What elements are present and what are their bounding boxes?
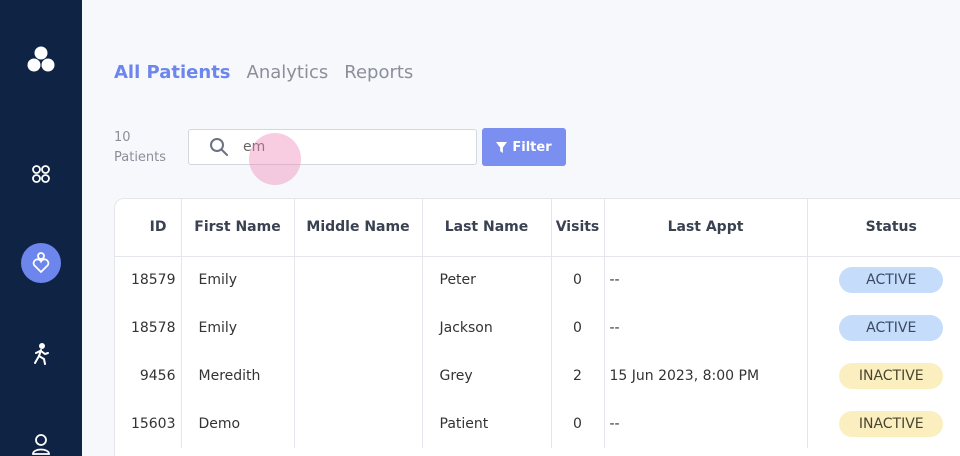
cell-status: ACTIVE (807, 304, 960, 352)
status-badge: INACTIVE (839, 411, 944, 437)
header-last-name[interactable]: Last Name (422, 199, 552, 257)
cell-middle-name (294, 400, 423, 448)
cell-middle-name (294, 352, 423, 400)
cell-last-name: Grey (422, 352, 552, 400)
filter-button-label: Filter (512, 139, 552, 155)
cell-middle-name (294, 304, 423, 352)
funnel-icon (496, 141, 508, 153)
cell-id: 18579 (115, 256, 182, 304)
dashboard-icon[interactable] (21, 154, 61, 194)
cell-status: INACTIVE (807, 400, 960, 448)
cell-last-appt: -- (604, 400, 808, 448)
cell-status: ACTIVE (807, 256, 960, 304)
table-row[interactable]: 18579 Emily Peter 0 -- ACTIVE (115, 256, 960, 304)
cell-last-name: Peter (422, 256, 552, 304)
activity-icon[interactable] (21, 334, 61, 374)
status-badge: ACTIVE (839, 267, 944, 294)
cell-id: 18578 (115, 304, 182, 352)
patients-icon[interactable] (21, 243, 61, 283)
cell-status: INACTIVE (807, 352, 960, 400)
tab-all-patients[interactable]: All Patients (114, 62, 231, 83)
status-badge: ACTIVE (839, 315, 944, 341)
cell-last-name: Patient (422, 400, 552, 448)
table-header-row: ID First Name Middle Name Last Name Visi… (115, 199, 960, 257)
cell-last-appt: 15 Jun 2023, 8:00 PM (604, 352, 808, 400)
table-row[interactable]: 18578 Emily Jackson 0 -- ACTIVE (115, 304, 960, 352)
filter-button[interactable]: Filter (482, 128, 566, 166)
status-badge: INACTIVE (839, 363, 944, 389)
cell-middle-name (294, 256, 423, 304)
patient-count: 10 Patients (114, 128, 166, 168)
sidebar (0, 0, 82, 456)
cell-last-name: Jackson (422, 304, 552, 352)
main-content: All Patients Analytics Reports 10 Patien… (82, 0, 960, 456)
search-icon (209, 137, 229, 161)
cell-id: 15603 (115, 400, 182, 448)
profile-icon[interactable] (21, 424, 61, 456)
cell-first-name: Demo (181, 400, 295, 448)
header-last-appt[interactable]: Last Appt (604, 199, 808, 257)
header-id[interactable]: ID (115, 199, 182, 257)
cell-first-name: Emily (181, 256, 295, 304)
cell-visits: 0 (551, 256, 605, 304)
cell-id: 9456 (115, 352, 182, 400)
search-input[interactable] (243, 137, 463, 157)
cell-first-name: Meredith (181, 352, 295, 400)
cell-visits: 0 (551, 400, 605, 448)
tab-bar: All Patients Analytics Reports (114, 62, 413, 83)
table-row[interactable]: 15603 Demo Patient 0 -- INACTIVE (115, 400, 960, 448)
patients-table: ID First Name Middle Name Last Name Visi… (114, 198, 960, 456)
patient-count-label: Patients (114, 150, 167, 165)
tab-reports[interactable]: Reports (344, 62, 413, 83)
header-middle-name[interactable]: Middle Name (294, 199, 423, 257)
logo-icon[interactable] (21, 40, 61, 80)
header-visits[interactable]: Visits (551, 199, 605, 257)
header-first-name[interactable]: First Name (181, 199, 295, 257)
cell-visits: 2 (551, 352, 605, 400)
cell-last-appt: -- (604, 256, 808, 304)
search-box[interactable] (188, 129, 477, 165)
tab-analytics[interactable]: Analytics (247, 62, 329, 83)
table-row[interactable]: 9456 Meredith Grey 2 15 Jun 2023, 8:00 P… (115, 352, 960, 400)
cell-first-name: Emily (181, 304, 295, 352)
header-status[interactable]: Status (807, 199, 960, 257)
cell-visits: 0 (551, 304, 605, 352)
patient-count-number: 10 (114, 130, 131, 145)
cell-last-appt: -- (604, 304, 808, 352)
